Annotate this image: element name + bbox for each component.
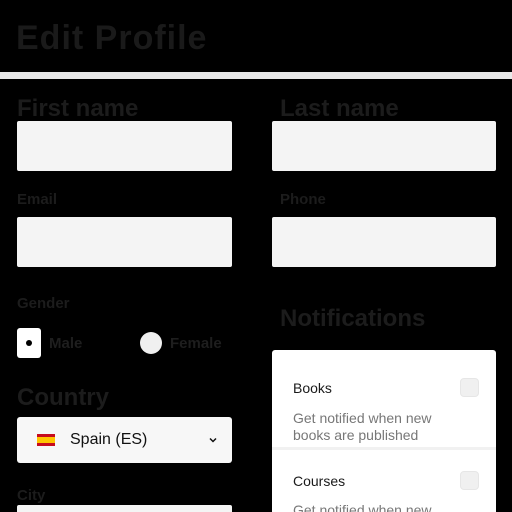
page-title: Edit Profile — [16, 19, 208, 57]
courses-checkbox[interactable] — [460, 471, 479, 490]
city-field[interactable] — [17, 505, 232, 512]
edit-profile-page: Edit Profile First name Email Gender Mal… — [0, 0, 512, 512]
books-checkbox[interactable] — [460, 378, 479, 397]
radio-selected-dot — [26, 340, 32, 346]
header-divider — [0, 72, 512, 79]
email-label: Email — [17, 191, 58, 208]
notifications-card: Books Get notified when new books are pu… — [272, 350, 496, 512]
notification-item-courses: Courses Get notified when new courses ar… — [272, 450, 496, 512]
gender-female-label: Female — [170, 335, 222, 352]
notification-title: Courses — [293, 473, 346, 489]
country-label: Country — [17, 384, 109, 411]
gender-male-label: Male — [49, 335, 83, 352]
notification-title: Books — [293, 380, 332, 396]
country-select-value: Spain (ES) — [70, 431, 148, 448]
first-name-field[interactable] — [17, 121, 232, 171]
city-label: City — [17, 487, 46, 504]
spain-flag-icon — [37, 434, 55, 446]
gender-label: Gender — [17, 295, 70, 312]
notifications-heading: Notifications — [280, 305, 426, 332]
gender-female-radio[interactable] — [140, 332, 162, 354]
email-field[interactable] — [17, 217, 232, 267]
notification-description: Get notified when new courses are publis… — [293, 502, 432, 512]
country-select[interactable]: Spain (ES) — [17, 417, 232, 463]
notification-item-books: Books Get notified when new books are pu… — [272, 350, 496, 450]
phone-field[interactable] — [272, 217, 496, 267]
last-name-label: Last name — [280, 95, 399, 122]
chevron-down-icon — [209, 437, 217, 443]
last-name-field[interactable] — [272, 121, 496, 171]
phone-label: Phone — [280, 191, 326, 208]
notification-description: Get notified when new books are publishe… — [293, 410, 432, 443]
gender-male-radio[interactable] — [17, 328, 41, 358]
first-name-label: First name — [17, 95, 139, 122]
